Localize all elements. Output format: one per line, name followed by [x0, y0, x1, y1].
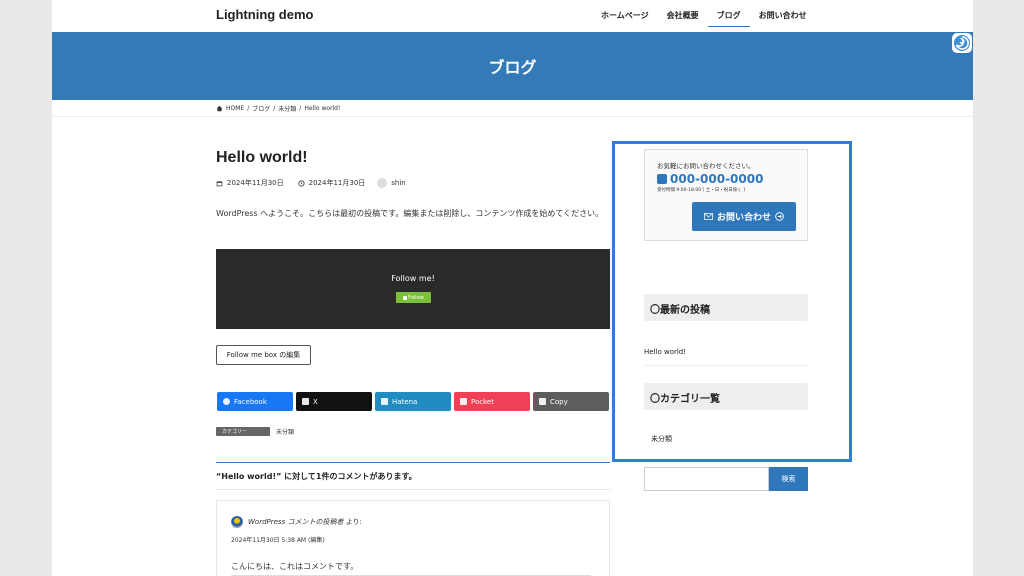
share-copy-button[interactable]: Copy	[533, 392, 609, 411]
post-author[interactable]: shin	[391, 179, 405, 187]
share-hatena-button[interactable]: Hatena	[375, 392, 451, 411]
pocket-icon	[460, 398, 467, 405]
comment-author-suffix: より:	[345, 518, 362, 526]
nav-item-home[interactable]: ホームページ	[592, 0, 658, 27]
comment-date-link[interactable]: 2024年11月30日 5:38 AM	[231, 537, 306, 544]
share-label: Pocket	[471, 397, 494, 406]
category-tag-label: カテゴリー	[216, 427, 270, 436]
post-title: Hello world!	[216, 149, 308, 166]
share-facebook-button[interactable]: Facebook	[217, 392, 293, 411]
follow-me-box: Follow me! Follow	[216, 249, 610, 329]
comment-author: WordPress コメントの投稿者 より:	[231, 516, 362, 528]
breadcrumb-blog[interactable]: ブログ	[252, 104, 270, 113]
divider	[52, 116, 973, 117]
breadcrumb-separator: /	[247, 105, 250, 112]
breadcrumb-separator: /	[299, 105, 302, 112]
share-buttons: Facebook X Hatena Pocket Copy	[217, 392, 609, 411]
nav-item-contact[interactable]: お問い合わせ	[750, 0, 816, 27]
comment-author-name[interactable]: WordPress コメントの投稿者	[248, 518, 343, 526]
breadcrumb: HOME / ブログ / 未分類 / Hello world!	[216, 104, 340, 113]
comment-item: WordPress コメントの投稿者 より: 2024年11月30日 5:38 …	[216, 500, 610, 576]
feedly-icon	[403, 295, 408, 300]
search-button[interactable]: 検索	[769, 467, 808, 491]
site-header: Lightning demo ホームページ 会社概要 ブログ お問い合わせ	[52, 0, 973, 32]
comment-date: 2024年11月30日 5:38 AM (編集)	[231, 535, 325, 544]
nav-item-company[interactable]: 会社概要	[658, 0, 708, 27]
hatena-icon	[381, 398, 388, 405]
edit-follow-box-button[interactable]: Follow me box の編集	[216, 345, 311, 365]
follow-title: Follow me!	[391, 274, 435, 283]
post-meta: 2024年11月30日 2024年11月30日 shin	[216, 178, 406, 188]
sidebar-highlight-frame	[612, 141, 852, 462]
x-icon	[302, 398, 309, 405]
comments-divider	[216, 462, 610, 463]
share-label: Copy	[550, 397, 568, 406]
category-link[interactable]: 未分類	[276, 427, 294, 436]
nav-item-blog[interactable]: ブログ	[707, 0, 750, 27]
follow-button[interactable]: Follow	[396, 292, 431, 303]
page-title: ブログ	[488, 58, 537, 77]
comments-title: “Hello world!” に対して1件のコメントがあります。	[216, 472, 417, 481]
home-icon	[216, 105, 223, 112]
breadcrumb-category[interactable]: 未分類	[278, 104, 296, 113]
share-x-button[interactable]: X	[296, 392, 372, 411]
search-input[interactable]	[644, 467, 769, 491]
history-icon	[298, 179, 305, 187]
extension-swirl-icon[interactable]	[952, 33, 972, 53]
page-header-banner: ブログ	[52, 32, 973, 100]
facebook-icon	[223, 398, 230, 405]
share-pocket-button[interactable]: Pocket	[454, 392, 530, 411]
breadcrumb-separator: /	[273, 105, 276, 112]
page: Lightning demo ホームページ 会社概要 ブログ お問い合わせ ブロ…	[52, 0, 973, 576]
breadcrumb-current: Hello world!	[304, 105, 341, 112]
comment-text: こんにちは、これはコメントです。	[231, 562, 359, 571]
site-title[interactable]: Lightning demo	[216, 7, 313, 22]
comment-edit-link[interactable]: (編集)	[308, 537, 325, 544]
post-category-row: カテゴリー 未分類	[216, 427, 294, 436]
share-label: X	[313, 397, 318, 406]
commenter-avatar	[231, 516, 243, 528]
post-updated-date: 2024年11月30日	[308, 179, 366, 187]
calendar-icon	[216, 180, 223, 186]
follow-button-label: Follow	[408, 294, 424, 301]
global-nav: ホームページ 会社概要 ブログ お問い合わせ	[592, 0, 816, 32]
divider	[216, 489, 610, 490]
share-label: Hatena	[392, 397, 418, 406]
post-published-date: 2024年11月30日	[227, 179, 284, 187]
breadcrumb-home[interactable]: HOME	[226, 105, 244, 112]
author-avatar	[377, 178, 388, 188]
copy-icon	[539, 398, 546, 405]
post-body: WordPress へようこそ。こちらは最初の投稿です。編集または削除し、コンテ…	[216, 209, 604, 218]
share-label: Facebook	[234, 397, 267, 406]
